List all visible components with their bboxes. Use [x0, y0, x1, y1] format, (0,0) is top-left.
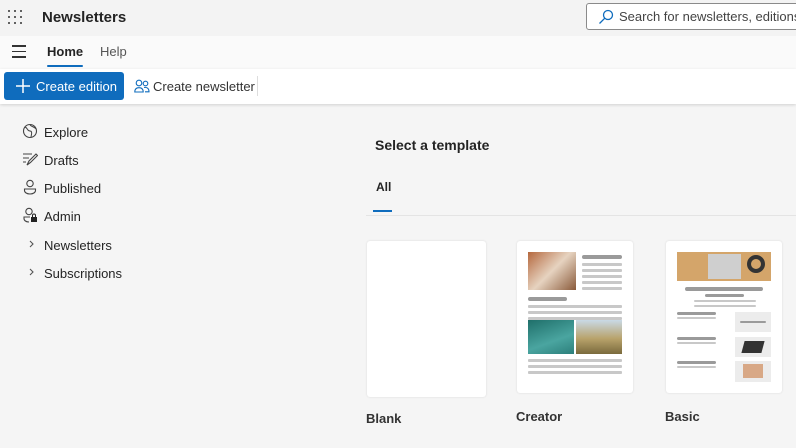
sidebar-item-label: Subscriptions	[44, 266, 123, 281]
sidebar-item-label: Explore	[44, 125, 89, 140]
people-icon	[134, 79, 150, 93]
plus-icon	[16, 79, 30, 93]
sidebar-item-label: Drafts	[44, 153, 79, 168]
template-card-basic[interactable]	[666, 241, 782, 393]
toolbar-divider	[257, 76, 258, 96]
sidebar-item-subscriptions[interactable]: Subscriptions	[22, 264, 172, 284]
sidebar-item-newsletters[interactable]: Newsletters	[22, 236, 172, 256]
create-newsletter-button[interactable]: Create newsletter	[132, 72, 255, 100]
page-heading: Select a template	[375, 137, 490, 153]
search-placeholder: Search for newsletters, editions, o	[619, 9, 796, 24]
sidebar-item-published[interactable]: Published	[22, 179, 172, 199]
template-thumbnail-image	[528, 320, 574, 354]
top-bar: Newsletters Search for newsletters, edit…	[0, 0, 796, 36]
app-title: Newsletters	[42, 9, 127, 26]
nav-row: Home Help	[0, 36, 796, 69]
hamburger-menu-icon[interactable]	[12, 45, 26, 62]
tab-all[interactable]: All	[372, 180, 393, 212]
template-label-basic: Basic	[665, 409, 700, 424]
toolbar: Create edition Create newsletter	[0, 69, 796, 104]
tab-home[interactable]: Home	[47, 44, 84, 67]
template-thumbnail-image	[735, 361, 771, 382]
person-icon	[23, 179, 37, 195]
search-input[interactable]: Search for newsletters, editions, o	[586, 3, 796, 30]
pen-icon	[23, 153, 38, 166]
template-thumbnail-image	[677, 252, 771, 281]
chevron-right-icon	[29, 268, 34, 276]
template-card-blank[interactable]	[367, 241, 486, 397]
template-card-creator[interactable]	[517, 241, 633, 393]
template-thumbnail-image	[735, 337, 771, 357]
globe-icon	[22, 123, 38, 139]
chevron-right-icon	[29, 240, 34, 248]
app-launcher-icon[interactable]	[8, 10, 22, 24]
sidebar-item-label: Published	[44, 181, 102, 196]
template-thumbnail-image	[576, 320, 622, 354]
tab-help[interactable]: Help	[100, 44, 127, 59]
create-edition-label: Create edition	[36, 79, 117, 94]
sidebar-item-label: Admin	[44, 209, 81, 224]
template-thumbnail-image	[735, 312, 771, 332]
person-lock-icon	[23, 207, 37, 223]
create-edition-button[interactable]: Create edition	[4, 72, 124, 100]
sidebar-item-label: Newsletters	[44, 238, 112, 253]
sidebar-item-admin[interactable]: Admin	[22, 207, 172, 227]
sidebar-item-drafts[interactable]: Drafts	[22, 151, 172, 171]
template-thumbnail-image	[528, 252, 576, 290]
template-label-blank: Blank	[366, 411, 402, 426]
template-label-creator: Creator	[516, 409, 563, 424]
search-icon	[599, 9, 614, 24]
tab-divider	[366, 215, 796, 216]
create-newsletter-label: Create newsletter	[153, 79, 255, 94]
sidebar-item-explore[interactable]: Explore	[22, 123, 172, 143]
